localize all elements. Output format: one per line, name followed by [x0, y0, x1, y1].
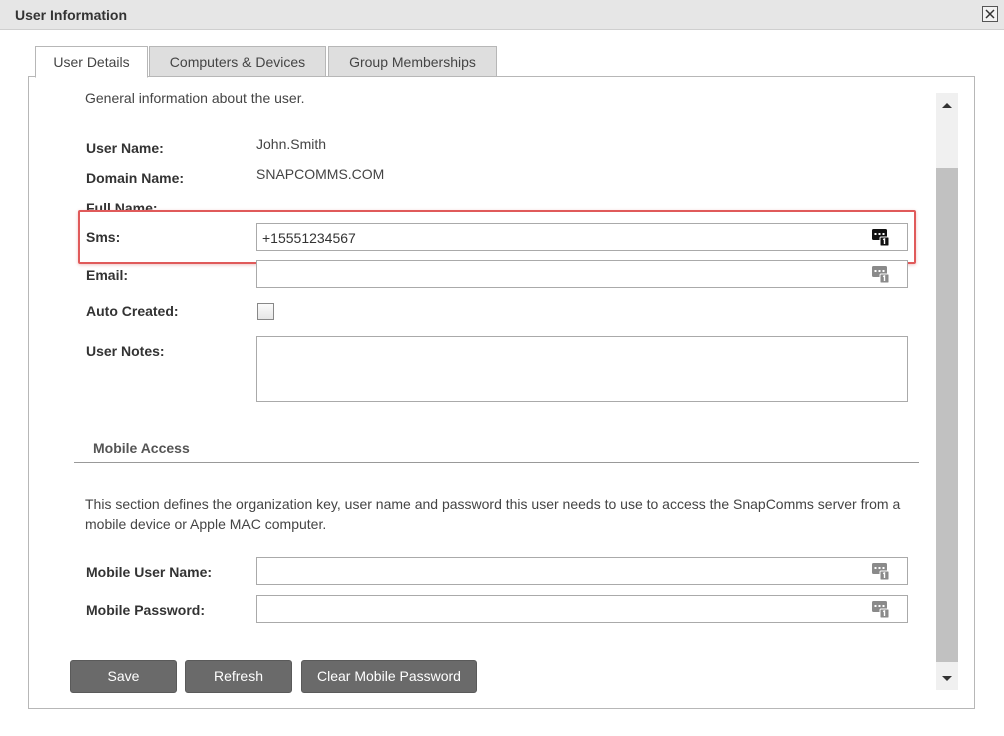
user-notes-field[interactable] [256, 336, 908, 402]
window-title: User Information [15, 7, 128, 23]
mobile-password-field[interactable] [256, 595, 908, 623]
domain-name-label: Domain Name: [86, 170, 185, 186]
scroll-down-icon [942, 676, 952, 681]
section-divider [74, 462, 919, 463]
close-icon [985, 9, 995, 19]
scrollbar-thumb[interactable] [936, 168, 958, 662]
auto-created-checkbox[interactable] [257, 303, 274, 320]
keyboard-icon[interactable] [872, 601, 889, 618]
user-notes-label: User Notes: [86, 343, 165, 359]
clear-mobile-password-button[interactable]: Clear Mobile Password [301, 660, 477, 693]
email-field[interactable] [256, 260, 908, 288]
scroll-up-icon [942, 103, 952, 108]
tab-computers-devices[interactable]: Computers & Devices [149, 46, 326, 77]
mobile-password-label: Mobile Password: [86, 602, 206, 618]
email-label: Email: [86, 267, 129, 283]
scroll-down-button[interactable] [936, 668, 958, 690]
keyboard-icon[interactable] [872, 563, 889, 580]
mobile-access-heading: Mobile Access [93, 440, 190, 456]
full-name-label: Full Name: [86, 200, 158, 210]
tab-user-details[interactable]: User Details [35, 46, 148, 78]
sms-label: Sms: [86, 229, 121, 245]
intro-text: General information about the user. [85, 90, 305, 106]
mobile-user-name-field[interactable] [256, 557, 908, 585]
save-button[interactable]: Save [70, 660, 177, 693]
domain-name-value: SNAPCOMMS.COM [256, 166, 385, 182]
tab-group-memberships[interactable]: Group Memberships [328, 46, 497, 77]
title-bar: User Information [0, 0, 1004, 30]
auto-created-label: Auto Created: [86, 303, 179, 319]
keyboard-icon[interactable] [872, 266, 889, 283]
refresh-button[interactable]: Refresh [185, 660, 292, 693]
user-name-value: John.Smith [256, 136, 327, 152]
sms-field[interactable]: +15551234567 [256, 223, 908, 251]
mobile-user-name-label: Mobile User Name: [86, 564, 213, 580]
close-button[interactable] [982, 6, 998, 22]
sms-value: +15551234567 [262, 230, 356, 246]
user-name-label: User Name: [86, 140, 164, 156]
keyboard-icon[interactable] [872, 229, 889, 246]
mobile-access-description: This section defines the organization ke… [85, 496, 901, 532]
scroll-up-button[interactable] [936, 95, 958, 117]
